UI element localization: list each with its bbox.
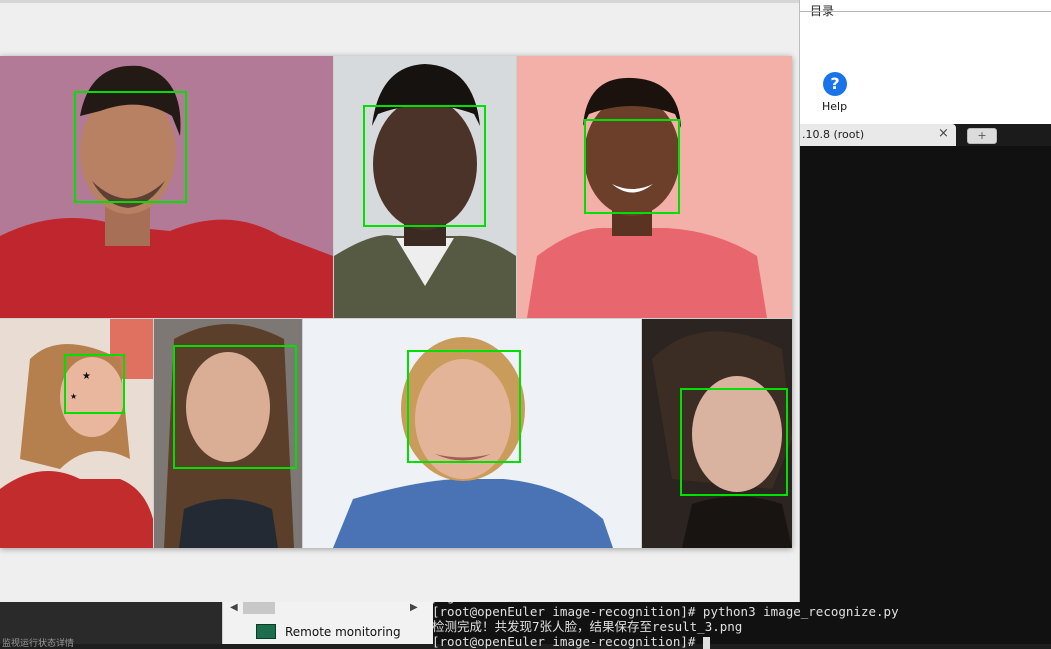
scroll-right-icon[interactable]: ▶	[410, 602, 418, 613]
plus-icon[interactable]: +	[967, 128, 997, 144]
help-button-label[interactable]: Help	[822, 100, 847, 113]
result-image: ★ ★	[0, 56, 792, 548]
face-detection-box	[74, 91, 187, 203]
background-app-window: 目录 ? Help	[790, 0, 1051, 126]
scrollbar-thumb[interactable]	[243, 602, 275, 614]
terminal-tab-title: .10.8 (root)	[802, 128, 865, 141]
face-detection-box	[173, 345, 297, 469]
horizontal-scrollbar[interactable]: ◀ ▶	[230, 602, 420, 614]
image-viewer-window[interactable]: ★ ★	[0, 0, 800, 602]
dark-window-text: 监视运行状态详情	[2, 639, 75, 649]
face-detection-box	[584, 119, 680, 214]
question-icon[interactable]: ?	[823, 72, 847, 96]
viewer-border	[799, 0, 800, 602]
close-icon[interactable]: ×	[938, 126, 949, 141]
divider	[790, 11, 1051, 12]
terminal-cursor	[702, 636, 710, 649]
face-detection-box	[407, 350, 521, 463]
face-detection-box	[680, 388, 788, 496]
terminal-line: [root@openEuler image-recognition]# pyth…	[432, 604, 899, 619]
remote-monitoring-item[interactable]: Remote monitoring	[285, 625, 401, 639]
terminal-line: 检测完成！共发现7张人脸，结果保存至result_3.png	[432, 619, 743, 634]
scroll-left-icon[interactable]: ◀	[230, 602, 238, 613]
viewer-title-strip	[0, 0, 800, 3]
monitor-icon[interactable]	[256, 624, 276, 639]
terminal-line: [root@openEuler image-recognition]#	[432, 634, 1051, 649]
face-detection-box	[64, 354, 125, 414]
face-detection-box	[363, 105, 486, 227]
